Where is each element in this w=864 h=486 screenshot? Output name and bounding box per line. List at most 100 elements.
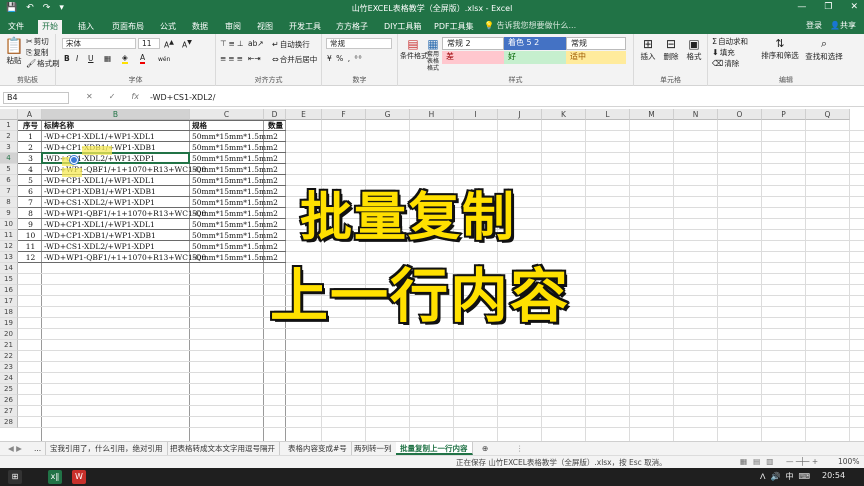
row-header[interactable]: 28 (0, 417, 18, 428)
table-header-cell[interactable]: 数量 (266, 120, 285, 131)
column-header[interactable]: Q (806, 109, 850, 120)
bold-button[interactable]: B (64, 54, 70, 63)
row-header[interactable]: 19 (0, 318, 18, 329)
sheet-tab-table-to-text[interactable]: 把表格转成文本文字用逗号隔开 (166, 442, 280, 455)
delete-cells-button[interactable]: ⊟ 删除 (661, 37, 681, 62)
table-cell[interactable]: 2 (266, 219, 285, 230)
column-header[interactable]: O (718, 109, 762, 120)
table-cell[interactable]: -WD+CP1-XDL1/+WP1-XDL1 (44, 131, 189, 142)
table-header-cell[interactable]: 规格 (192, 120, 263, 131)
sheet-tab-hash[interactable]: 表格内容变成#号 (284, 442, 352, 455)
row-header[interactable]: 24 (0, 373, 18, 384)
column-header[interactable]: N (674, 109, 718, 120)
table-cell[interactable]: -WD+CP1-XDB1/+WP1-XDB1 (44, 186, 189, 197)
tell-me-search[interactable]: 💡 告诉我您想要做什么... (484, 20, 576, 31)
font-color-button[interactable]: A (140, 53, 146, 64)
table-cell[interactable]: 2 (266, 142, 285, 153)
enter-icon[interactable]: ✓ (109, 92, 116, 101)
row-header[interactable]: 12 (0, 241, 18, 252)
column-header[interactable]: H (410, 109, 454, 120)
row-header[interactable]: 15 (0, 274, 18, 285)
column-header[interactable]: D (264, 109, 286, 120)
column-header[interactable]: I (454, 109, 498, 120)
table-cell[interactable]: 50mm*15mm*1.5mm (192, 241, 273, 252)
wrap-text-button[interactable]: ↵自动换行 (272, 39, 310, 50)
restore-icon[interactable]: ❐ (824, 2, 832, 12)
column-header[interactable]: L (586, 109, 630, 120)
style-bad[interactable]: 差 (442, 51, 504, 64)
volume-icon[interactable]: 🔊 (770, 472, 785, 481)
number-format-select[interactable]: 常规 (326, 38, 392, 49)
column-header[interactable]: G (366, 109, 410, 120)
tab-file[interactable]: 文件 (4, 20, 28, 34)
sheet-tab-two-to-one[interactable]: 两列转一列 (350, 442, 397, 455)
table-cell[interactable]: 2 (266, 164, 285, 175)
table-cell[interactable]: -WD+CP1-XDB1/+WP1-XDB1 (44, 142, 189, 153)
sheet-nav-arrows[interactable]: ◀ ▶ (4, 442, 26, 455)
column-header[interactable]: E (286, 109, 322, 120)
border-button[interactable]: ▦ (104, 54, 111, 63)
share-button[interactable]: 👤共享 (830, 20, 856, 31)
table-cell[interactable]: 50mm*15mm*1.5mm (192, 164, 273, 175)
table-cell[interactable]: -WD+CS1-XDL2/+WP1-XDP1 (44, 241, 189, 252)
column-header[interactable]: J (498, 109, 542, 120)
name-box[interactable]: B4 (3, 92, 69, 104)
table-cell[interactable]: 12 (20, 252, 41, 263)
copy-button[interactable]: ⎘复制 (26, 47, 48, 58)
sort-filter-button[interactable]: ⇅ 排序和筛选 (760, 37, 800, 61)
worksheet-grid[interactable]: A B C D E F G H I J K L M N O P Q 1 2 3 4 5 6 7 8 9 10 11 12 13 14 15 16… (0, 109, 864, 441)
row-header[interactable]: 1 (0, 120, 18, 131)
table-cell[interactable]: 2 (266, 208, 285, 219)
style-normal[interactable]: 常规 (566, 37, 626, 50)
table-cell[interactable]: 50mm*15mm*1.5mm (192, 153, 273, 164)
tab-fangfang[interactable]: 方方格子 (332, 20, 372, 34)
table-header-cell[interactable]: 标牌名称 (44, 120, 189, 131)
tab-pdf-tools[interactable]: PDF工具集 (430, 20, 478, 34)
column-header[interactable]: M (630, 109, 674, 120)
fx-icon[interactable]: fx (131, 92, 139, 101)
table-cell[interactable]: 2 (266, 186, 285, 197)
row-header[interactable]: 13 (0, 252, 18, 263)
underline-button[interactable]: U (88, 54, 94, 63)
table-cell[interactable]: 10 (20, 230, 41, 241)
table-cell[interactable]: 50mm*15mm*1.5mm (192, 219, 273, 230)
minimize-icon[interactable]: — (797, 2, 806, 12)
table-cell[interactable]: 50mm*15mm*1.5mm (192, 252, 273, 263)
table-cell[interactable]: -WD+CP1-XDB1/+WP1-XDB1 (44, 230, 189, 241)
table-cell[interactable]: 2 (266, 175, 285, 186)
row-header[interactable]: 9 (0, 208, 18, 219)
row-header[interactable]: 25 (0, 384, 18, 395)
row-header[interactable]: 4 (0, 153, 18, 164)
tab-developer[interactable]: 开发工具 (285, 20, 325, 34)
table-cell[interactable]: 2 (266, 153, 285, 164)
row-header[interactable]: 21 (0, 340, 18, 351)
column-header[interactable]: B (42, 109, 190, 120)
horizontal-align-buttons[interactable]: ≡≡≡ (220, 54, 245, 63)
row-header[interactable]: 5 (0, 164, 18, 175)
row-header[interactable]: 10 (0, 219, 18, 230)
column-header[interactable]: A (18, 109, 42, 120)
row-header[interactable]: 3 (0, 142, 18, 153)
login-link[interactable]: 登录 (806, 20, 822, 31)
table-cell[interactable]: 6 (20, 186, 41, 197)
sheet-tab-active[interactable]: 批量复制上一行内容 (396, 442, 473, 455)
row-header[interactable]: 17 (0, 296, 18, 307)
grow-font-button[interactable]: A▲ (164, 39, 174, 50)
table-cell[interactable]: -WD+CP1-XDL1/+WP1-XDL1 (44, 219, 189, 230)
style-normal-2[interactable]: 常规 2 (442, 37, 504, 50)
table-cell[interactable]: 7 (20, 197, 41, 208)
table-cell[interactable]: 50mm*15mm*1.5mm (192, 230, 273, 241)
sheet-tab-references[interactable]: 宝我引用了，什么引用，绝对引用 (46, 442, 168, 455)
tab-insert[interactable]: 插入 (74, 20, 98, 34)
row-header[interactable]: 16 (0, 285, 18, 296)
row-header[interactable]: 2 (0, 131, 18, 142)
table-cell[interactable]: 1 (20, 131, 41, 142)
orientation-button[interactable]: ab↗ (248, 39, 264, 48)
table-cell[interactable]: 11 (20, 241, 41, 252)
font-size-select[interactable]: 11 (138, 38, 160, 49)
table-cell[interactable]: -WD+WP1-QBF1/+1+1070+R13+WC1-Q0 (44, 252, 206, 263)
select-all-corner[interactable] (0, 109, 18, 120)
table-cell[interactable]: 2 (20, 142, 41, 153)
tab-page-layout[interactable]: 页面布局 (108, 20, 148, 34)
close-icon[interactable]: ✕ (850, 2, 858, 12)
